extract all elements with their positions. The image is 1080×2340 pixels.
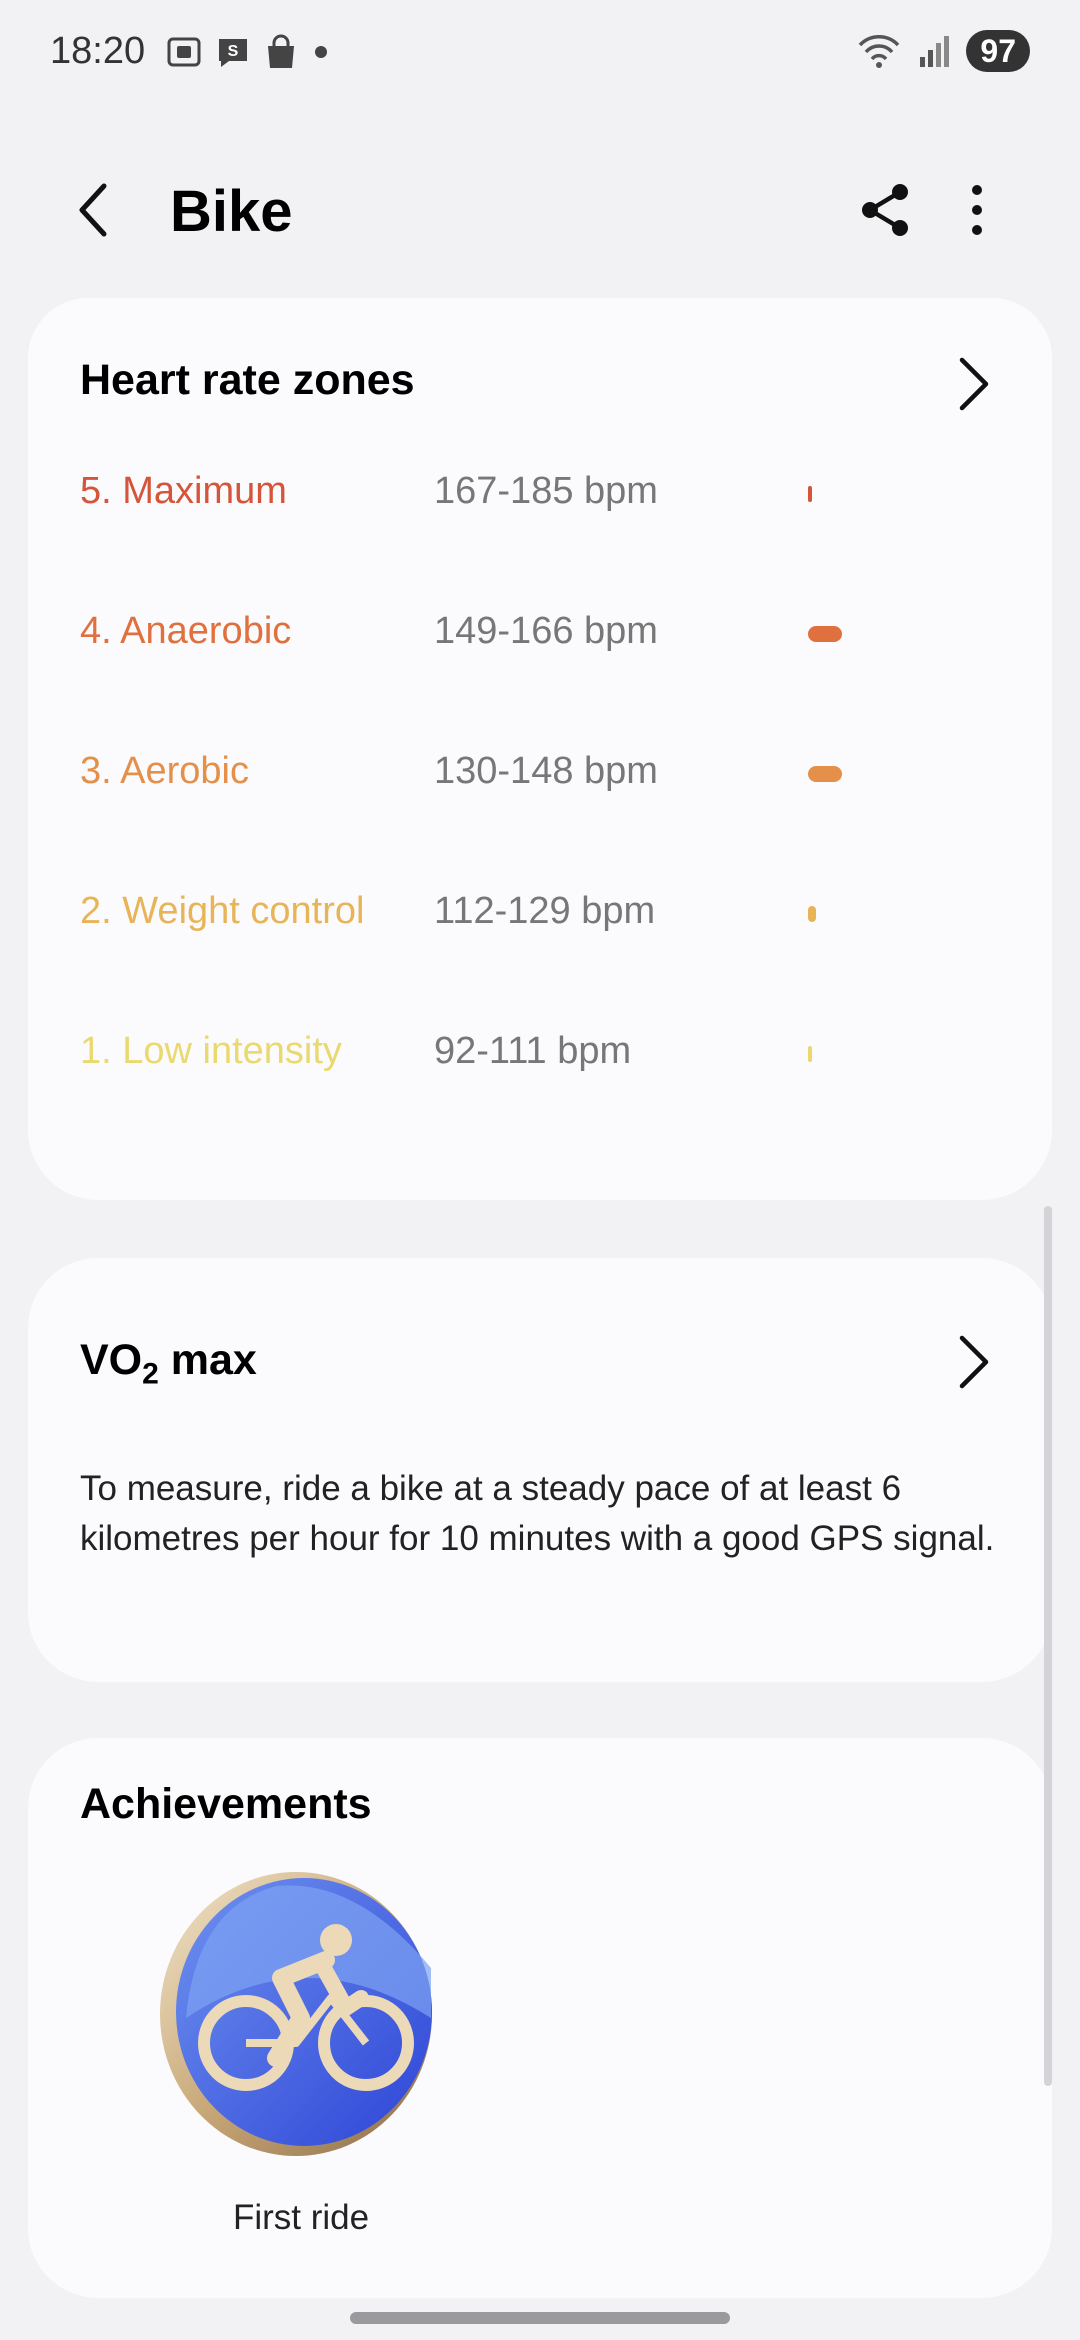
zone-row: 1. Low intensity 92-111 bpm xyxy=(80,1018,980,1078)
status-bar: 18:20 S 97 xyxy=(0,0,1080,110)
zone-bar xyxy=(808,766,842,782)
dot-icon xyxy=(315,46,327,58)
svg-text:S: S xyxy=(228,43,239,60)
zone-name: 5. Maximum xyxy=(80,470,287,512)
status-icons-right: 97 xyxy=(856,30,1030,72)
zone-name: 1. Low intensity xyxy=(80,1030,342,1072)
share-icon[interactable] xyxy=(858,180,914,240)
heart-rate-zones-title: Heart rate zones xyxy=(80,356,415,404)
home-indicator[interactable] xyxy=(350,2312,730,2324)
scrollbar[interactable] xyxy=(1044,1206,1052,2086)
zone-row: 4. Anaerobic 149-166 bpm xyxy=(80,598,980,658)
wifi-icon xyxy=(859,35,900,68)
status-time: 18:20 xyxy=(50,30,146,72)
zone-range: 92-111 bpm xyxy=(434,1030,632,1072)
heart-rate-zones-card: Heart rate zones 5. Maximum 167-185 bpm 4.… xyxy=(28,298,1052,1200)
heart-rate-zones-chevron-icon[interactable] xyxy=(956,354,992,414)
back-chevron-icon[interactable] xyxy=(64,180,124,240)
achievements-title: Achievements xyxy=(80,1780,372,1828)
zone-bar xyxy=(808,906,816,922)
vo2-title-sub: 2 xyxy=(142,1357,159,1391)
s-app-icon: S xyxy=(219,39,247,67)
zone-bar xyxy=(808,486,812,502)
vo2-max-title: VO2 max xyxy=(80,1336,257,1392)
vo2-title-prefix: VO xyxy=(80,1336,143,1384)
zone-range: 112-129 bpm xyxy=(434,890,656,932)
zone-name: 3. Aerobic xyxy=(80,750,249,792)
zone-range: 149-166 bpm xyxy=(434,610,658,652)
page-title: Bike xyxy=(170,179,293,244)
screenshot-icon xyxy=(167,37,201,67)
vo2-title-suffix: max xyxy=(158,1336,257,1384)
shopping-bag-icon xyxy=(268,34,294,68)
zone-bar xyxy=(808,626,842,642)
achievement-label: First ride xyxy=(232,2198,370,2237)
vo2-description: To measure, ride a bike at a steady pace… xyxy=(80,1469,995,1558)
zone-row: 3. Aerobic 130-148 bpm xyxy=(80,738,980,798)
zone-range: 130-148 bpm xyxy=(434,750,658,792)
battery-indicator: 97 xyxy=(966,30,1030,72)
zone-range: 167-185 bpm xyxy=(434,470,658,512)
achievement-first-ride[interactable] xyxy=(156,1868,446,2158)
cycling-badge-icon xyxy=(160,1872,432,2156)
zone-name: 2. Weight control xyxy=(80,890,365,932)
achievements-card: Achievements First ride xyxy=(28,1738,1052,2298)
zone-row: 2. Weight control 112-129 bpm xyxy=(80,878,980,938)
zone-row: 5. Maximum 167-185 bpm xyxy=(80,458,980,518)
vo2-max-card: VO2 max To measure, ride a bike at a ste… xyxy=(28,1258,1052,1682)
zone-bar xyxy=(808,1046,812,1062)
status-icons-left: S xyxy=(166,34,330,70)
vo2-max-chevron-icon[interactable] xyxy=(956,1332,992,1392)
app-bar: Bike xyxy=(0,150,1080,270)
signal-icon xyxy=(920,36,950,67)
zone-name: 4. Anaerobic xyxy=(80,610,292,652)
more-vertical-icon[interactable] xyxy=(960,180,994,240)
